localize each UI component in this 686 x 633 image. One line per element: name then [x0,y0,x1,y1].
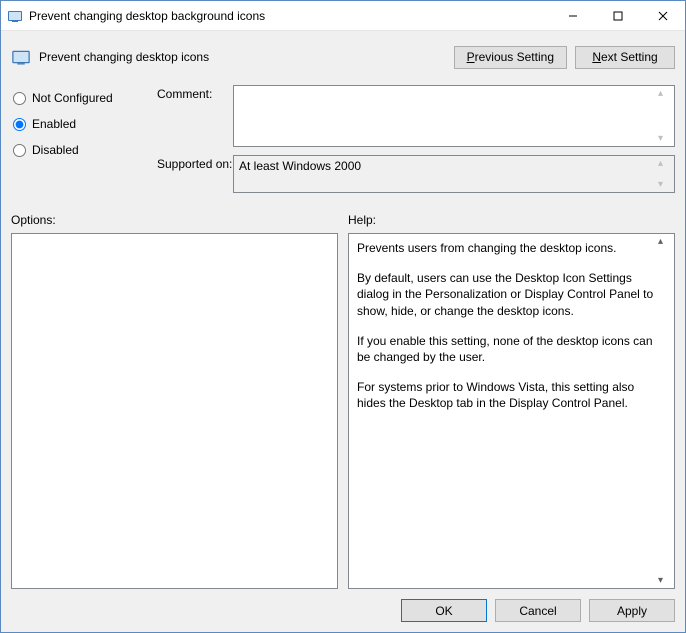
radio-label: Not Configured [32,91,113,105]
scroll-down-icon: ▾ [658,179,672,190]
policy-icon [7,8,23,24]
header-row: Prevent changing desktop icons Previous … [11,37,675,77]
help-paragraph: For systems prior to Windows Vista, this… [357,379,656,411]
help-box[interactable]: ▴ ▾ Prevents users from changing the des… [348,233,675,589]
radio-enabled[interactable]: Enabled [11,111,151,137]
radio-label: Disabled [32,143,79,157]
supported-text: At least Windows 2000 [234,156,674,192]
previous-setting-button[interactable]: Previous Setting [454,46,567,69]
radio-enabled-input[interactable] [13,118,26,131]
close-button[interactable] [640,1,685,30]
scroll-up-icon: ▴ [658,88,672,99]
dialog-footer: OK Cancel Apply [11,589,675,622]
scroll-down-icon: ▾ [658,133,672,144]
minimize-button[interactable] [550,1,595,30]
comment-label: Comment: [157,85,227,147]
radio-disabled-input[interactable] [13,144,26,157]
cancel-button[interactable]: Cancel [495,599,581,622]
radio-disabled[interactable]: Disabled [11,137,151,163]
scroll-down-icon: ▾ [658,575,672,586]
scroll-up-icon: ▴ [658,236,672,247]
help-label: Help: [348,213,675,227]
help-column: Help: ▴ ▾ Prevents users from changing t… [348,213,675,589]
next-setting-button[interactable]: Next Setting [575,46,675,69]
options-column: Options: [11,213,338,589]
comment-field[interactable]: ▴ ▾ [233,85,675,147]
help-paragraph: If you enable this setting, none of the … [357,333,656,365]
settings-grid: Not Configured Enabled Disabled Comment:… [11,85,675,201]
help-paragraph: By default, users can use the Desktop Ic… [357,270,656,319]
policy-title: Prevent changing desktop icons [39,50,446,64]
maximize-button[interactable] [595,1,640,30]
titlebar[interactable]: Prevent changing desktop background icon… [1,1,685,31]
dialog-body: Prevent changing desktop icons Previous … [1,31,685,632]
radio-label: Enabled [32,117,76,131]
apply-button[interactable]: Apply [589,599,675,622]
supported-label: Supported on: [157,155,227,193]
dialog-window: Prevent changing desktop background icon… [0,0,686,633]
supported-field: At least Windows 2000 ▴ ▾ [233,155,675,193]
radio-not-configured[interactable]: Not Configured [11,85,151,111]
ok-button[interactable]: OK [401,599,487,622]
options-box[interactable] [11,233,338,589]
radio-not-configured-input[interactable] [13,92,26,105]
window-title: Prevent changing desktop background icon… [29,9,550,23]
scroll-up-icon: ▴ [658,158,672,169]
policy-icon [11,47,31,67]
comment-text [234,86,674,146]
options-label: Options: [11,213,338,227]
help-paragraph: Prevents users from changing the desktop… [357,240,656,256]
state-radios: Not Configured Enabled Disabled [11,85,151,201]
panels: Options: Help: ▴ ▾ Prevents users from c… [11,213,675,589]
